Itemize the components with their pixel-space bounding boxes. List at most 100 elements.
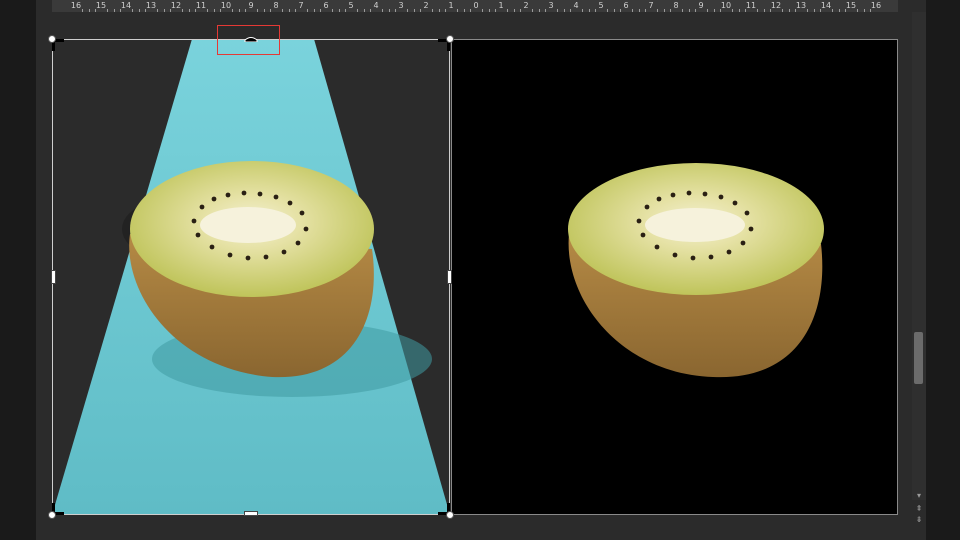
ruler-tick (707, 9, 709, 12)
ruler-tick (469, 9, 471, 12)
ruler-tick (382, 9, 384, 12)
ruler-tick (107, 9, 109, 12)
ruler-label: 14 (120, 1, 132, 10)
ruler-label: 12 (170, 1, 182, 10)
ruler-tick (544, 9, 546, 12)
ruler-tick (732, 9, 734, 12)
scrollbar-thumb[interactable] (914, 332, 923, 384)
horizontal-ruler[interactable]: 16 15 14 13 12 11 10 9 8 7 6 5 4 3 2 1 0 1 2 3 4 5 6 7 8 9 10 11 12 1… (52, 0, 898, 12)
ruler-tick (413, 9, 415, 12)
ruler-label: 13 (795, 1, 807, 10)
vertical-scrollbar[interactable] (912, 12, 926, 500)
resize-handle-top-left[interactable] (48, 35, 56, 43)
ruler-tick (288, 9, 290, 12)
ruler-tick (657, 9, 659, 12)
ruler-tick (669, 9, 671, 12)
ruler-tick (163, 9, 165, 12)
ruler-label: 2 (423, 1, 429, 10)
ruler-tick (582, 9, 584, 12)
original-photo[interactable] (52, 39, 450, 515)
ruler-label: 11 (745, 1, 757, 10)
ruler-label: 3 (398, 1, 404, 10)
page-up-icon[interactable]: ⇞ (913, 504, 925, 514)
ruler-label: 14 (820, 1, 832, 10)
ruler-tick (663, 9, 665, 12)
ruler-tick (457, 9, 459, 12)
ruler-tick (757, 9, 759, 12)
ruler-label: 16 (70, 1, 82, 10)
ruler-tick (713, 9, 715, 12)
ruler-label: 10 (720, 1, 732, 10)
ruler-label: 8 (273, 1, 279, 10)
ruler-tick (694, 9, 696, 12)
ruler-tick (232, 9, 234, 12)
ruler-tick (407, 9, 409, 12)
ruler-tick (507, 9, 509, 12)
ruler-tick (569, 9, 571, 12)
page-down-icon[interactable]: ⇟ (913, 515, 925, 525)
ruler-tick (857, 9, 859, 12)
ruler-label: 15 (95, 1, 107, 10)
ruler-label: 10 (220, 1, 232, 10)
crop-handle-top[interactable] (244, 36, 258, 42)
ruler-label: 16 (870, 1, 882, 10)
ruler-tick (207, 9, 209, 12)
ruler-tick (113, 9, 115, 12)
ruler-tick (88, 9, 90, 12)
ruler-tick (807, 9, 809, 12)
ruler-label: 5 (348, 1, 354, 10)
resize-handle-bottom-left[interactable] (48, 511, 56, 519)
crop-handle-bottom[interactable] (244, 511, 258, 516)
ruler-tick (563, 9, 565, 12)
left-panel-strip (0, 0, 36, 540)
ruler-tick (432, 9, 434, 12)
ruler-label: 1 (498, 1, 504, 10)
ruler-tick (482, 9, 484, 12)
ruler-tick (613, 9, 615, 12)
ruler-tick (132, 9, 134, 12)
crop-handle-left[interactable] (51, 270, 56, 284)
ruler-tick (488, 9, 490, 12)
ruler-tick (213, 9, 215, 12)
ruler-tick (369, 9, 371, 12)
ruler-label: 9 (698, 1, 704, 10)
resize-handle-top-right[interactable] (446, 35, 454, 43)
ruler-label: 12 (770, 1, 782, 10)
ruler-tick (188, 9, 190, 12)
ruler-tick (532, 9, 534, 12)
resize-handle-bottom-right[interactable] (446, 511, 454, 519)
background-removed-photo[interactable] (451, 39, 898, 515)
ruler-label: 4 (573, 1, 579, 10)
ruler-tick (832, 9, 834, 12)
ruler-label: 5 (598, 1, 604, 10)
ruler-tick (763, 9, 765, 12)
ruler-tick (388, 9, 390, 12)
ruler-tick (838, 9, 840, 12)
ruler-tick (463, 9, 465, 12)
ruler-tick (394, 9, 396, 12)
ruler-tick (538, 9, 540, 12)
ruler-tick (282, 9, 284, 12)
ruler-tick (357, 9, 359, 12)
scroll-down-icon[interactable]: ▾ (913, 491, 925, 501)
ruler-tick (494, 9, 496, 12)
ruler-tick (244, 9, 246, 12)
crop-handle-right[interactable] (447, 270, 452, 284)
ruler-label: 6 (623, 1, 629, 10)
ruler-tick (619, 9, 621, 12)
ruler-tick (319, 9, 321, 12)
ruler-tick (419, 9, 421, 12)
ruler-label: 7 (298, 1, 304, 10)
ruler-label: 3 (548, 1, 554, 10)
ruler-label: 15 (845, 1, 857, 10)
ruler-tick (338, 9, 340, 12)
ruler-label: 11 (195, 1, 207, 10)
ruler-tick (738, 9, 740, 12)
ruler-tick (788, 9, 790, 12)
ruler-tick (238, 9, 240, 12)
ruler-tick (294, 9, 296, 12)
ruler-tick (782, 9, 784, 12)
kiwi-photo-graphic (52, 39, 450, 515)
ruler-tick (513, 9, 515, 12)
right-panel-strip (926, 0, 960, 540)
